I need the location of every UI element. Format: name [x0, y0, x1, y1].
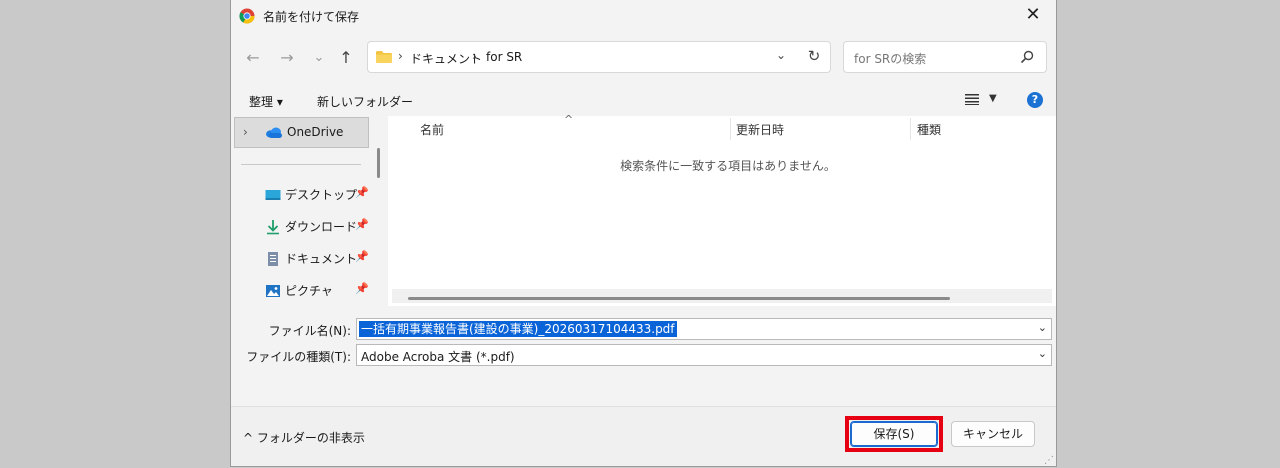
- sidebar-item-label: ダウンロード: [285, 220, 358, 234]
- cancel-button[interactable]: キャンセル: [951, 421, 1035, 447]
- filetype-select[interactable]: Adobe Acroba 文書 (*.pdf) ⌄: [356, 344, 1052, 366]
- pin-icon[interactable]: 📌: [355, 218, 369, 231]
- document-icon: [268, 252, 278, 266]
- command-bar: 整理 ▾ 新しいフォルダー ▼ ?: [231, 84, 1056, 116]
- onedrive-cloud-icon: [266, 127, 282, 138]
- search-box[interactable]: for SRの検索: [843, 41, 1047, 73]
- sidebar-item-downloads[interactable]: ダウンロード 📌: [261, 214, 371, 240]
- hide-folders-button[interactable]: ^ フォルダーの非表示: [243, 429, 365, 446]
- pin-icon[interactable]: 📌: [355, 250, 369, 263]
- new-folder-button[interactable]: 新しいフォルダー: [317, 93, 413, 110]
- sidebar-scrollbar[interactable]: [377, 148, 380, 178]
- sidebar-item-label: デスクトップ: [285, 188, 358, 202]
- pin-icon[interactable]: 📌: [355, 186, 369, 199]
- filename-value: 一括有期事業報告書(建設の事業)_20260317104433.pdf: [359, 321, 677, 337]
- empty-folder-message: 検索条件に一致する項目はありません。: [620, 159, 836, 173]
- folder-icon: [376, 51, 392, 63]
- filename-label: ファイル名(N):: [268, 324, 351, 338]
- column-separator[interactable]: [730, 118, 731, 140]
- chrome-icon: [239, 8, 255, 24]
- pin-icon[interactable]: 📌: [355, 282, 369, 295]
- sidebar-item-label: ドキュメント: [285, 252, 358, 266]
- refresh-button[interactable]: ↻: [805, 47, 823, 67]
- column-separator[interactable]: [910, 118, 911, 140]
- sidebar-item-desktop[interactable]: デスクトップ 📌: [261, 182, 371, 208]
- up-button[interactable]: ↑: [336, 48, 356, 68]
- chevron-down-icon[interactable]: ⌄: [1038, 347, 1047, 360]
- recent-locations-button[interactable]: ⌄: [309, 48, 329, 68]
- view-options-icon[interactable]: [965, 93, 979, 105]
- breadcrumb-for-sr[interactable]: for SR: [486, 50, 522, 64]
- column-header-modified[interactable]: 更新日時: [736, 121, 784, 138]
- save-button-highlight: [845, 416, 943, 452]
- sidebar-item-label: OneDrive: [287, 125, 344, 139]
- address-dropdown-button[interactable]: ⌄: [773, 48, 789, 66]
- sidebar-item-documents[interactable]: ドキュメント 📌: [261, 246, 371, 272]
- close-button[interactable]: ✕: [1010, 0, 1056, 32]
- filetype-value: Adobe Acroba 文書 (*.pdf): [361, 350, 515, 364]
- resize-grip-icon[interactable]: ⋰: [1044, 455, 1054, 466]
- sidebar-item-pictures[interactable]: ピクチャ 📌: [261, 278, 371, 304]
- help-icon[interactable]: ?: [1027, 92, 1043, 108]
- title-bar: 名前を付けて保存 ✕: [231, 0, 1056, 32]
- dialog-footer: ^ フォルダーの非表示 保存(S) キャンセル ⋰: [231, 406, 1056, 466]
- sidebar-item-label: ピクチャ: [285, 284, 333, 298]
- breadcrumb-separator: ›: [472, 49, 477, 63]
- forward-button[interactable]: →: [277, 48, 297, 68]
- desktop-icon: [265, 190, 281, 200]
- organize-button[interactable]: 整理 ▾: [249, 93, 283, 110]
- column-header-type[interactable]: 種類: [917, 121, 941, 138]
- address-bar[interactable]: › ドキュメント › for SR ⌄ ↻: [367, 41, 831, 73]
- view-dropdown-icon[interactable]: ▼: [989, 93, 997, 104]
- search-icon[interactable]: [1020, 50, 1034, 64]
- sidebar-item-onedrive[interactable]: › OneDrive: [234, 117, 369, 148]
- sidebar-divider: [241, 164, 361, 165]
- search-placeholder: for SRの検索: [854, 52, 927, 66]
- pictures-icon: [266, 285, 280, 297]
- filename-input[interactable]: 一括有期事業報告書(建設の事業)_20260317104433.pdf ⌄: [356, 318, 1052, 340]
- window-title: 名前を付けて保存: [263, 10, 360, 24]
- chevron-down-icon[interactable]: ⌄: [1038, 321, 1047, 334]
- horizontal-scrollbar-track: [392, 289, 1052, 303]
- navigation-pane: › OneDrive デスクトップ 📌 ダウンロード 📌 ドキュメント 📌 ピク…: [231, 116, 387, 306]
- column-header-name[interactable]: 名前: [420, 121, 444, 138]
- navigation-bar: ← → ⌄ ↑ › ドキュメント › for SR ⌄ ↻ for SRの検索: [231, 32, 1056, 84]
- file-list: ^ 名前 更新日時 種類 検索条件に一致する項目はありません。: [388, 113, 1056, 306]
- back-button[interactable]: ←: [243, 48, 263, 68]
- breadcrumb-separator: ›: [398, 49, 403, 63]
- save-as-dialog: 名前を付けて保存 ✕ ← → ⌄ ↑ › ドキュメント › for SR ⌄ ↻…: [230, 0, 1057, 467]
- sort-arrow-icon: ^: [564, 113, 574, 126]
- horizontal-scrollbar[interactable]: [408, 297, 950, 300]
- download-icon: [267, 220, 279, 235]
- expand-chevron-icon[interactable]: ›: [243, 125, 248, 139]
- filetype-label: ファイルの種類(T):: [246, 350, 351, 364]
- save-form: ファイル名(N): 一括有期事業報告書(建設の事業)_2026031710443…: [231, 306, 1056, 406]
